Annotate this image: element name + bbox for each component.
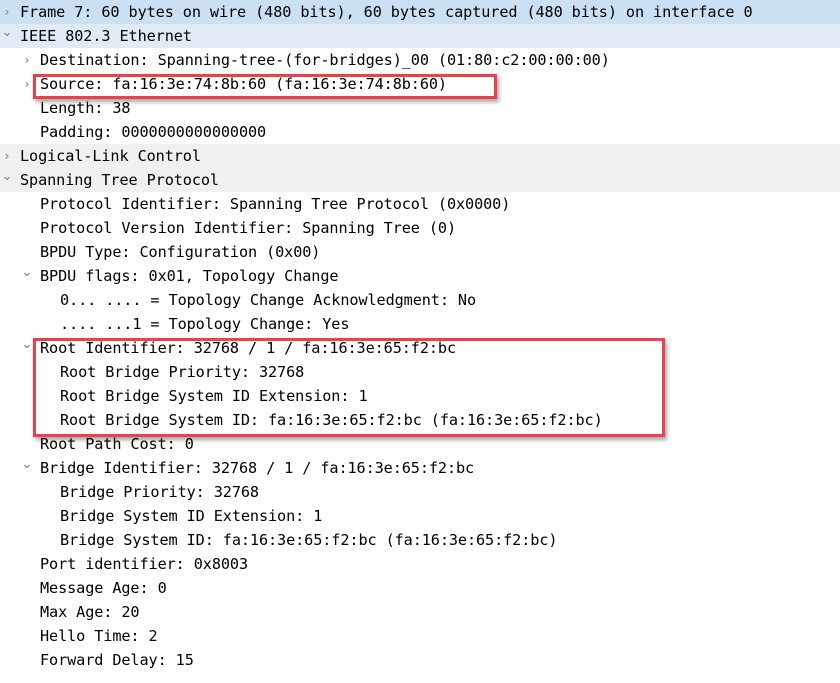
tree-row-label: Forward Delay: 15 — [40, 651, 194, 669]
tree-row-label: BPDU Type: Configuration (0x00) — [40, 243, 321, 261]
tree-row-label: Destination: Spanning-tree-(for-bridges)… — [40, 51, 610, 69]
tree-row[interactable]: BPDU Type: Configuration (0x00) — [0, 240, 840, 264]
tree-row-label: BPDU flags: 0x01, Topology Change — [40, 267, 339, 285]
tree-row[interactable]: Protocol Identifier: Spanning Tree Proto… — [0, 192, 840, 216]
tree-row[interactable]: Protocol Version Identifier: Spanning Tr… — [0, 216, 840, 240]
chevron-right-icon[interactable]: › — [20, 48, 34, 72]
tree-row[interactable]: Bridge System ID Extension: 1 — [0, 504, 840, 528]
chevron-down-icon[interactable]: ⌄ — [20, 453, 34, 477]
tree-row[interactable]: Forward Delay: 15 — [0, 648, 840, 672]
tree-row-label: Bridge System ID: fa:16:3e:65:f2:bc (fa:… — [60, 531, 558, 549]
tree-row[interactable]: 0... .... = Topology Change Acknowledgme… — [0, 288, 840, 312]
tree-row-label: Logical-Link Control — [20, 147, 201, 165]
tree-row[interactable]: Root Bridge System ID: fa:16:3e:65:f2:bc… — [0, 408, 840, 432]
tree-row-label: Root Bridge System ID Extension: 1 — [60, 387, 368, 405]
tree-row-label: Bridge System ID Extension: 1 — [60, 507, 323, 525]
tree-row[interactable]: Message Age: 0 — [0, 576, 840, 600]
tree-row[interactable]: › Frame 7: 60 bytes on wire (480 bits), 6… — [0, 0, 840, 24]
tree-row-label: Root Identifier: 32768 / 1 / fa:16:3e:65… — [40, 339, 457, 357]
tree-row-label: Bridge Identifier: 32768 / 1 / fa:16:3e:… — [40, 459, 475, 477]
tree-row[interactable]: › Destination: Spanning-tree-(for-bridges… — [0, 48, 840, 72]
tree-row-label: Port identifier: 0x8003 — [40, 555, 249, 573]
tree-row[interactable]: › Source: fa:16:3e:74:8b:60 (fa:16:3e:74:… — [0, 72, 840, 96]
tree-row[interactable]: .... ...1 = Topology Change: Yes — [0, 312, 840, 336]
tree-row[interactable]: Bridge System ID: fa:16:3e:65:f2:bc (fa:… — [0, 528, 840, 552]
tree-row[interactable]: ⌄ BPDU flags: 0x01, Topology Change — [0, 264, 840, 288]
tree-row-label: Frame 7: 60 bytes on wire (480 bits), 60… — [20, 3, 753, 21]
chevron-down-icon[interactable]: ⌄ — [0, 165, 14, 189]
tree-row-label: .... ...1 = Topology Change: Yes — [60, 315, 350, 333]
tree-row-label: Root Path Cost: 0 — [40, 435, 194, 453]
tree-row-label: IEEE 802.3 Ethernet — [20, 27, 192, 45]
packet-details-tree: › Frame 7: 60 bytes on wire (480 bits), 6… — [0, 0, 840, 672]
tree-row[interactable]: Bridge Priority: 32768 — [0, 480, 840, 504]
tree-row-label: Protocol Identifier: Spanning Tree Proto… — [40, 195, 511, 213]
chevron-down-icon[interactable]: ⌄ — [20, 333, 34, 357]
tree-row-label: Padding: 0000000000000000 — [40, 123, 267, 141]
chevron-down-icon[interactable]: ⌄ — [0, 21, 14, 45]
tree-row-label: 0... .... = Topology Change Acknowledgme… — [60, 291, 477, 309]
tree-row[interactable]: › Logical-Link Control — [0, 144, 840, 168]
tree-row[interactable]: ⌄ Root Identifier: 32768 / 1 / fa:16:3e:6… — [0, 336, 840, 360]
tree-row-label: Protocol Version Identifier: Spanning Tr… — [40, 219, 457, 237]
tree-row[interactable]: ⌄ Spanning Tree Protocol — [0, 168, 840, 192]
tree-row[interactable]: Root Bridge System ID Extension: 1 — [0, 384, 840, 408]
tree-row[interactable]: Max Age: 20 — [0, 600, 840, 624]
tree-row[interactable]: Length: 38 — [0, 96, 840, 120]
tree-row[interactable]: Padding: 0000000000000000 — [0, 120, 840, 144]
tree-row-label: Bridge Priority: 32768 — [60, 483, 259, 501]
tree-row[interactable]: Hello Time: 2 — [0, 624, 840, 648]
tree-row[interactable]: Root Bridge Priority: 32768 — [0, 360, 840, 384]
tree-row-label: Max Age: 20 — [40, 603, 140, 621]
tree-row[interactable]: Root Path Cost: 0 — [0, 432, 840, 456]
tree-row-label: Root Bridge System ID: fa:16:3e:65:f2:bc… — [60, 411, 603, 429]
chevron-down-icon[interactable]: ⌄ — [20, 261, 34, 285]
tree-row[interactable]: ⌄ IEEE 802.3 Ethernet — [0, 24, 840, 48]
tree-row-label: Length: 38 — [40, 99, 131, 117]
tree-row-label: Source: fa:16:3e:74:8b:60 (fa:16:3e:74:8… — [40, 75, 447, 93]
tree-row[interactable]: Port identifier: 0x8003 — [0, 552, 840, 576]
tree-row-label: Spanning Tree Protocol — [20, 171, 219, 189]
tree-row-label: Root Bridge Priority: 32768 — [60, 363, 305, 381]
tree-row-label: Message Age: 0 — [40, 579, 167, 597]
chevron-right-icon[interactable]: › — [20, 72, 34, 96]
tree-row-label: Hello Time: 2 — [40, 627, 158, 645]
tree-row[interactable]: ⌄ Bridge Identifier: 32768 / 1 / fa:16:3e… — [0, 456, 840, 480]
